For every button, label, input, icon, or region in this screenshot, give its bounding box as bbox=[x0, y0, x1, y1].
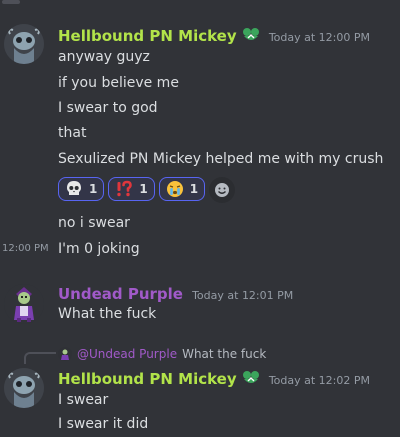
message-header: Hellbound PN Mickey Today at 12:02 PM bbox=[58, 369, 370, 390]
avatar[interactable] bbox=[4, 368, 44, 408]
timestamp: Today at 12:01 PM bbox=[192, 289, 294, 302]
avatar[interactable] bbox=[4, 24, 44, 64]
role-badge-icon bbox=[242, 370, 260, 390]
add-reaction-button[interactable] bbox=[209, 177, 236, 203]
previous-message-fragment bbox=[0, 0, 400, 6]
reply-author[interactable]: @Undead Purple bbox=[77, 347, 177, 361]
timestamp: Today at 12:00 PM bbox=[268, 31, 370, 44]
message-line: I'm 0 joking bbox=[58, 241, 140, 257]
reply-avatar-icon bbox=[58, 347, 72, 361]
reactions-bar: 1 1 1 bbox=[58, 177, 236, 203]
reaction-crying-face[interactable]: 1 bbox=[158, 177, 206, 201]
username[interactable]: Hellbound PN Mickey bbox=[58, 370, 237, 388]
message-line: no i swear bbox=[58, 215, 130, 231]
reply-snippet: What the fuck bbox=[182, 347, 267, 361]
smiley-icon bbox=[215, 183, 230, 197]
message-header: Undead Purple Today at 12:01 PM bbox=[58, 284, 293, 303]
message-line: if you believe me bbox=[58, 75, 179, 91]
message-header: Hellbound PN Mickey Today at 12:00 PM bbox=[58, 26, 370, 47]
username[interactable]: Hellbound PN Mickey bbox=[58, 27, 237, 45]
message-line: Sexulized PN Mickey helped me with my cr… bbox=[58, 151, 384, 167]
message-line: I swear to god bbox=[58, 100, 158, 116]
reaction-count: 1 bbox=[189, 182, 199, 196]
message-line: What the fuck bbox=[58, 306, 157, 322]
skull-icon bbox=[67, 181, 81, 195]
reply-preview[interactable]: @Undead Purple What the fuck bbox=[58, 347, 266, 361]
timestamp: Today at 12:02 PM bbox=[268, 374, 370, 387]
reaction-count: 1 bbox=[139, 182, 148, 196]
reaction-exclamation-question[interactable]: 1 bbox=[108, 177, 155, 201]
avatar[interactable] bbox=[4, 284, 44, 324]
role-badge-icon bbox=[242, 27, 260, 47]
username[interactable]: Undead Purple bbox=[58, 285, 183, 303]
exclamation-question-icon bbox=[117, 180, 133, 197]
message-line: that bbox=[58, 125, 87, 141]
crying-face-icon bbox=[166, 181, 183, 197]
reply-connector bbox=[24, 352, 56, 364]
message-line: I swear it did bbox=[58, 416, 149, 432]
hover-timestamp: 12:00 PM bbox=[2, 243, 49, 254]
reaction-skull[interactable]: 1 bbox=[58, 177, 105, 201]
message-line: anyway guyz bbox=[58, 49, 150, 65]
message-line: I swear bbox=[58, 392, 109, 408]
reaction-count: 1 bbox=[89, 182, 98, 196]
